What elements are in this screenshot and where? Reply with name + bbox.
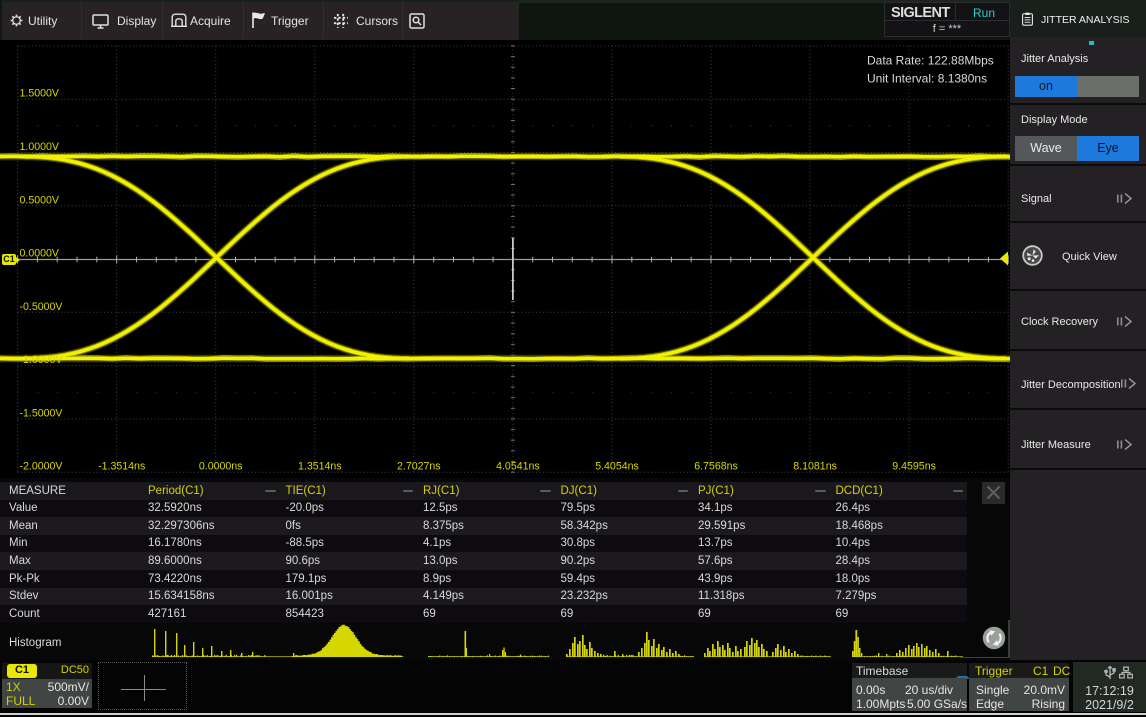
svg-text:-2.0000V: -2.0000V <box>20 461 64 473</box>
svg-text:-1.3514ns: -1.3514ns <box>98 461 145 473</box>
svg-text:0.5000V: 0.5000V <box>20 194 60 206</box>
svg-text:6.7568ns: 6.7568ns <box>694 461 738 473</box>
svg-text:1.0000V: 1.0000V <box>20 141 60 153</box>
svg-text:Unit Interval: 8.1380ns: Unit Interval: 8.1380ns <box>867 72 987 86</box>
svg-text:9.4595ns: 9.4595ns <box>892 461 936 473</box>
svg-text:2.7027ns: 2.7027ns <box>397 461 441 473</box>
svg-text:-1.5000V: -1.5000V <box>20 407 64 419</box>
svg-text:0.0000V: 0.0000V <box>20 248 60 260</box>
svg-text:0.0000ns: 0.0000ns <box>199 461 243 473</box>
svg-text:-1.0000V: -1.0000V <box>20 354 64 366</box>
svg-text:-0.5000V: -0.5000V <box>20 301 64 313</box>
svg-text:4.0541ns: 4.0541ns <box>496 461 540 473</box>
svg-text:8.1081ns: 8.1081ns <box>793 461 837 473</box>
svg-text:1.3514ns: 1.3514ns <box>298 461 342 473</box>
svg-text:5.4054ns: 5.4054ns <box>595 461 639 473</box>
svg-text:1.5000V: 1.5000V <box>20 88 60 100</box>
svg-text:Data Rate: 122.88Mbps: Data Rate: 122.88Mbps <box>867 54 994 68</box>
